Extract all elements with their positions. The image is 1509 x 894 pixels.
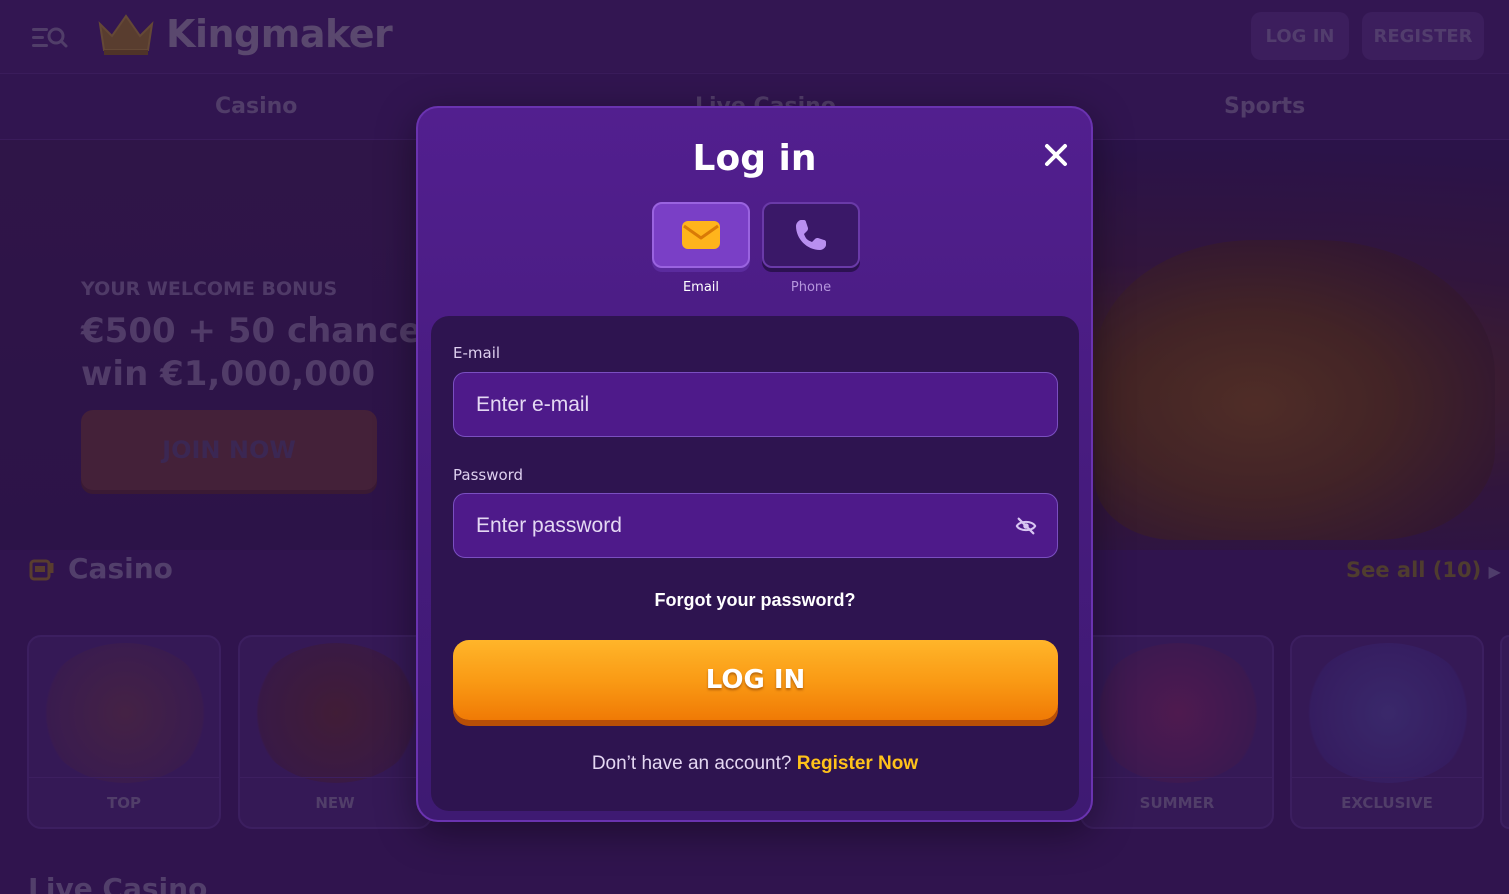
method-phone-button[interactable] bbox=[762, 202, 860, 268]
method-email-label: Email bbox=[682, 280, 720, 295]
envelope-icon bbox=[682, 221, 720, 249]
phone-icon bbox=[796, 220, 826, 250]
forgot-password-link[interactable]: Forgot your password? bbox=[431, 590, 1079, 611]
password-input[interactable]: Enter password bbox=[453, 493, 1058, 558]
signup-question: Don’t have an account? bbox=[591, 753, 792, 774]
eye-slash-icon[interactable] bbox=[1015, 515, 1037, 537]
email-field-label: E-mail bbox=[453, 344, 501, 362]
email-placeholder: Enter e-mail bbox=[476, 392, 590, 416]
password-placeholder: Enter password bbox=[476, 513, 622, 537]
register-now-link[interactable]: Register Now bbox=[797, 753, 918, 774]
login-modal: Log in Email Phone E-mail Enter e-mail P… bbox=[416, 106, 1093, 822]
signup-prompt: Don’t have an account? Register Now bbox=[431, 753, 1079, 775]
password-field-label: Password bbox=[453, 466, 524, 484]
email-input[interactable]: Enter e-mail bbox=[453, 372, 1058, 437]
login-submit-button[interactable]: LOG IN bbox=[453, 640, 1058, 720]
close-icon[interactable] bbox=[1042, 141, 1070, 169]
method-phone-label: Phone bbox=[790, 280, 832, 295]
login-form: E-mail Enter e-mail Password Enter passw… bbox=[431, 316, 1079, 811]
method-email-button[interactable] bbox=[652, 202, 750, 268]
modal-title: Log in bbox=[692, 138, 817, 179]
